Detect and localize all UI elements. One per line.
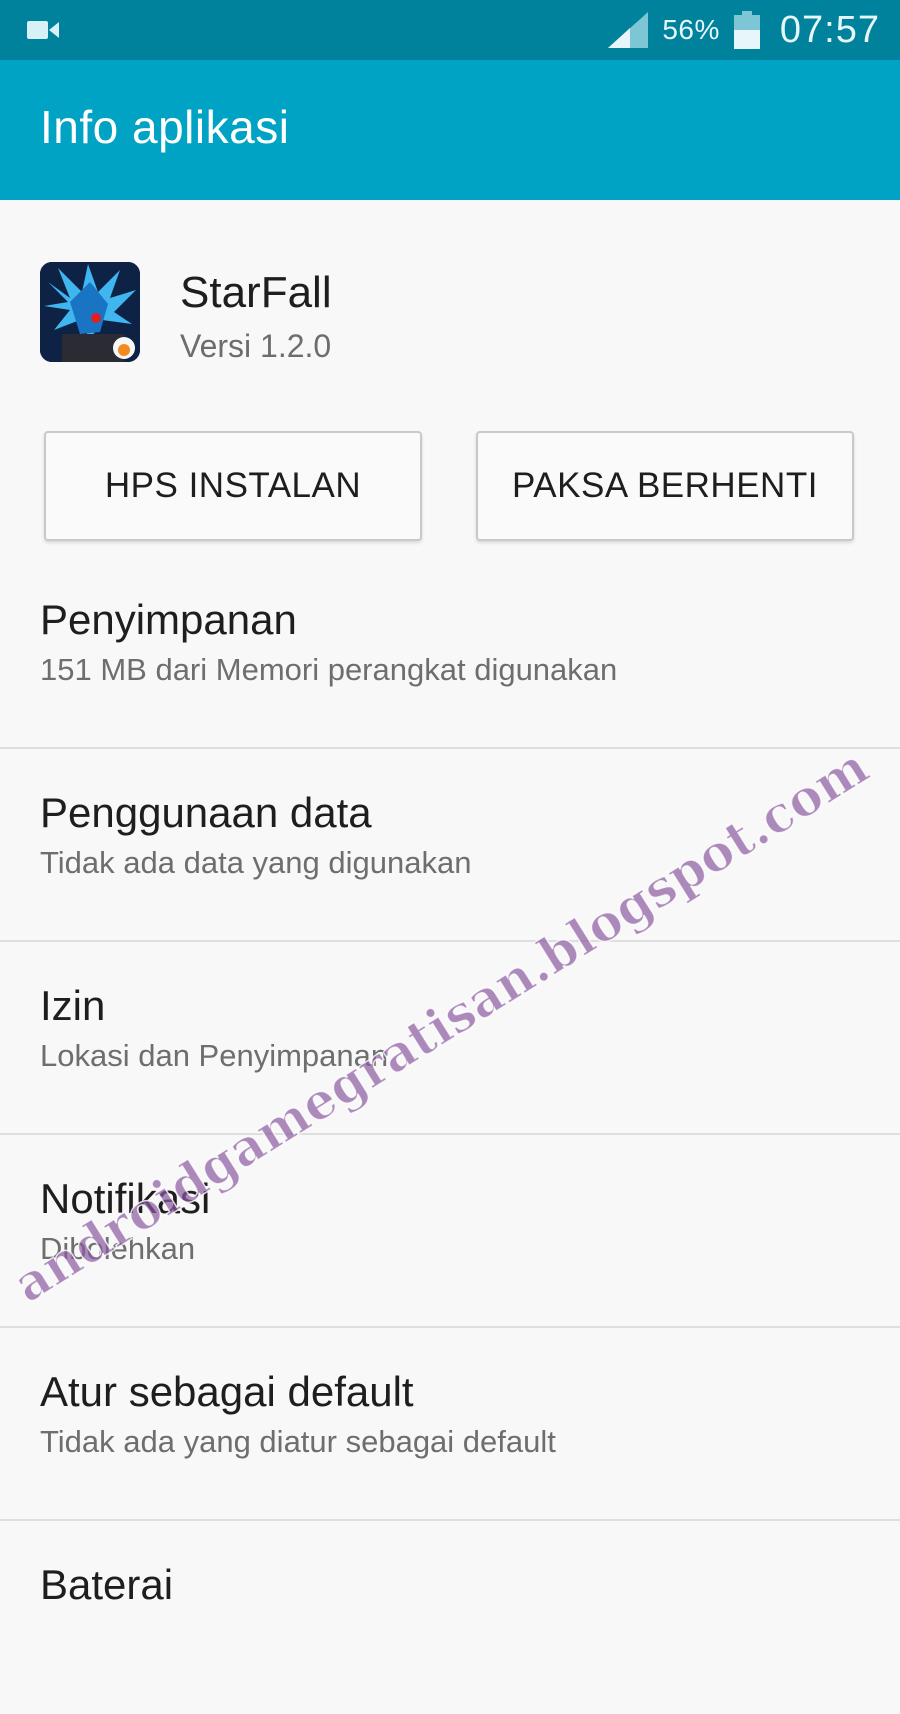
signal-icon	[608, 12, 649, 48]
settings-item-battery[interactable]: Baterai	[0, 1521, 900, 1714]
settings-item-notifications[interactable]: Notifikasi Dibolehkan	[0, 1135, 900, 1328]
settings-item-permissions[interactable]: Izin Lokasi dan Penyimpanan	[0, 942, 900, 1135]
status-bar: 56% 07:57	[0, 0, 900, 60]
app-bar: Info aplikasi	[0, 60, 900, 200]
settings-item-subtitle: Tidak ada yang diatur sebagai default	[40, 1424, 556, 1459]
force-stop-button[interactable]: PAKSA BERHENTI	[476, 431, 854, 541]
settings-item-data-usage[interactable]: Penggunaan data Tidak ada data yang digu…	[0, 749, 900, 942]
settings-item-title: Penggunaan data	[40, 789, 372, 836]
app-version: Versi 1.2.0	[180, 328, 332, 364]
app-header: StarFall Versi 1.2.0	[0, 262, 900, 364]
app-name: StarFall	[180, 268, 332, 317]
settings-item-title: Izin	[40, 982, 106, 1029]
page-title: Info aplikasi	[40, 101, 290, 153]
settings-item-subtitle: 151 MB dari Memori perangkat digunakan	[40, 652, 618, 687]
settings-item-title: Baterai	[40, 1561, 174, 1608]
settings-item-subtitle: Tidak ada data yang digunakan	[40, 845, 472, 880]
uninstall-button[interactable]: HPS INSTALAN	[44, 431, 422, 541]
settings-item-subtitle: Lokasi dan Penyimpanan	[40, 1038, 389, 1073]
settings-item-title: Notifikasi	[40, 1175, 211, 1222]
starfall-app-icon	[40, 262, 140, 362]
settings-item-storage[interactable]: Penyimpanan 151 MB dari Memori perangkat…	[0, 556, 900, 749]
status-clock: 07:57	[779, 8, 880, 51]
settings-item-subtitle: Dibolehkan	[40, 1231, 196, 1266]
battery-icon	[733, 11, 760, 49]
settings-item-title: Atur sebagai default	[40, 1368, 414, 1415]
settings-item-set-as-default[interactable]: Atur sebagai default Tidak ada yang diat…	[0, 1328, 900, 1521]
battery-percentage: 56%	[662, 14, 720, 45]
video-recorder-icon	[27, 21, 59, 39]
settings-item-title: Penyimpanan	[40, 596, 297, 643]
